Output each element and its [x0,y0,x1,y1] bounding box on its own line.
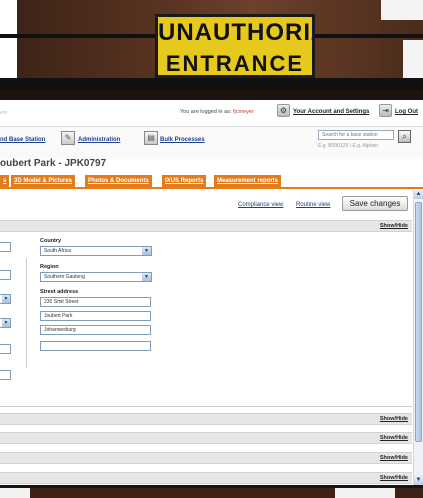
section-header: Show/Hide [0,220,412,232]
show-hide-link[interactable]: Show/Hide [380,223,408,229]
show-hide-link[interactable]: Show/Hide [380,455,408,461]
scrollbar-thumb[interactable] [415,202,422,442]
location-form: ▼ ▼ Country South Africa ▼ Region Southe… [0,232,412,407]
logged-in-info: You are logged in as: fjcmeyer [180,109,254,115]
search-icon[interactable]: ⌕ [398,130,411,143]
background-photo-bottom [0,488,423,498]
routine-view-link[interactable]: Routine view [296,202,330,208]
region-value: Southern Gauteng [44,274,85,280]
tab-photos-documents[interactable]: Photos & Documents [85,175,152,187]
chevron-down-icon: ▼ [2,295,10,303]
user-settings-icon[interactable]: ⚙ [277,104,290,117]
photo-frame [381,0,423,20]
account-settings-link[interactable]: Your Account and Settings [293,109,369,115]
street-address-line3[interactable]: Johannesburg [40,325,151,335]
collapsed-section: Show/Hide [0,452,412,464]
photo-divider [0,78,423,90]
base-station-search-input[interactable] [318,130,394,140]
search-hint: E.g. B000125 / E.g. Alphen [318,143,379,149]
logo: ent [0,110,7,116]
tab-measurement-reports[interactable]: Measurement reports [214,175,282,187]
logged-in-prefix: You are logged in as: [180,109,232,115]
country-select[interactable]: South Africa ▼ [40,246,152,256]
tab-previous[interactable]: s [0,175,10,187]
chevron-down-icon: ▼ [142,273,151,281]
left-field[interactable] [0,344,11,354]
left-field[interactable] [0,370,11,380]
nav-base-station[interactable]: nd Base Station [0,137,45,143]
region-label: Region [40,264,59,270]
browser-app: ent You are logged in as: fjcmeyer ⚙ You… [0,100,423,485]
tab-ixus-reports[interactable]: IXUS Reports [162,175,207,187]
street-address-line4[interactable] [40,341,151,351]
top-bar: ent You are logged in as: fjcmeyer ⚙ You… [0,100,423,126]
street-address-line2[interactable]: Joubert Park [40,311,151,321]
sign-text-line1: UNAUTHORIZED [158,19,312,46]
left-select[interactable]: ▼ [0,318,11,328]
show-hide-link[interactable]: Show/Hide [380,475,408,481]
scroll-up-arrow-icon[interactable]: ▲ [414,190,423,199]
photo-frame [335,488,395,498]
sign-text-line2: ENTRANCE [165,51,305,76]
chevron-down-icon: ▼ [2,319,10,327]
show-hide-link[interactable]: Show/Hide [380,435,408,441]
street-address-label: Street address [40,289,79,295]
bulk-processes-icon[interactable]: ▤ [144,131,158,145]
scroll-down-arrow-icon[interactable]: ▼ [414,476,423,485]
logout-icon[interactable]: ⇥ [379,104,392,117]
country-label: Country [40,238,62,244]
save-changes-button[interactable]: Save changes [342,196,408,211]
photo-frame [0,488,30,498]
photo-frame [0,38,17,78]
tab-3d-model-pictures[interactable]: 3D Model & Pictures [11,175,76,187]
show-hide-link[interactable]: Show/Hide [380,416,408,422]
logout-link[interactable]: Log Out [395,109,418,115]
main-navigation: nd Base Station ✎ Administration ▤ Bulk … [0,126,423,159]
photo-frame [0,0,17,34]
collapsed-section: Show/Hide [0,413,412,425]
left-field[interactable] [0,270,11,280]
page-title: oubert Park - JPK0797 [0,158,107,169]
background-photo: UNAUTHORIZED ENTRANCE [0,0,423,90]
collapsed-section: Show/Hide [0,432,412,444]
vertical-scrollbar[interactable]: ▲ ▼ [413,190,423,485]
left-select[interactable]: ▼ [0,294,11,304]
username[interactable]: fjcmeyer [233,109,254,115]
compliance-view-link[interactable]: Compliance view [238,202,283,208]
country-value: South Africa [44,248,71,254]
left-field[interactable] [0,242,11,252]
nav-administration[interactable]: Administration [78,137,120,143]
tab-bar: s 3D Model & Pictures Photos & Documents… [0,175,423,189]
nav-bulk-processes[interactable]: Bulk Processes [160,137,205,143]
administration-icon[interactable]: ✎ [61,131,75,145]
column-divider [26,258,27,368]
photo-frame [403,40,423,78]
chevron-down-icon: ▼ [142,247,151,255]
street-address-line1[interactable]: 230 Smit Street [40,297,151,307]
collapsed-section: Show/Hide [0,472,412,484]
unauthorized-sign: UNAUTHORIZED ENTRANCE [155,14,315,78]
region-select[interactable]: Southern Gauteng ▼ [40,272,152,282]
